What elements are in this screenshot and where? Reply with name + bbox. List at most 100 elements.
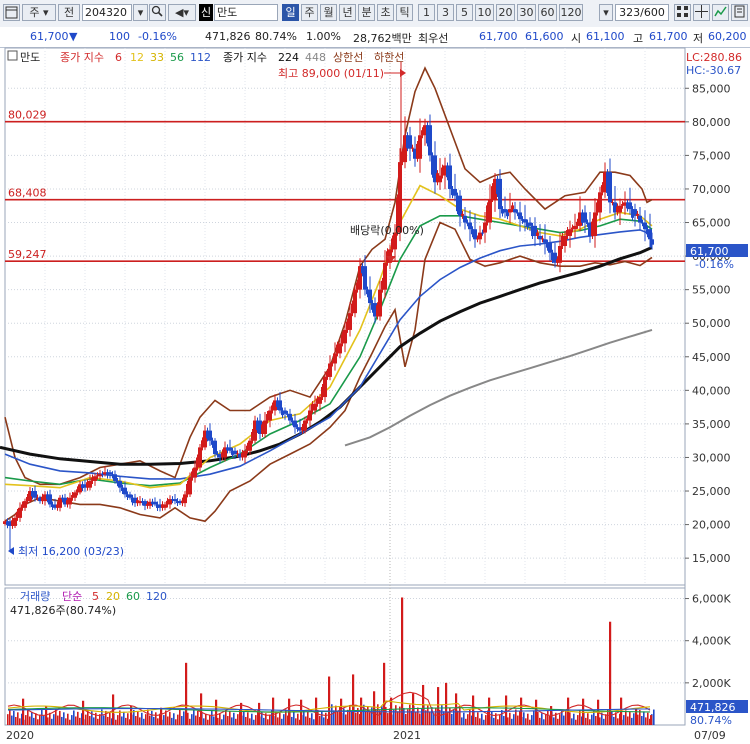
interval-60[interactable]: 60: [538, 4, 557, 21]
candle-body: [508, 209, 512, 213]
volume-current: 471,826주(80.74%): [10, 604, 116, 617]
volume-bar: [79, 717, 81, 725]
candle-body: [13, 517, 17, 526]
price-y-tick-label: 70,000: [692, 183, 731, 196]
volume-bar: [227, 716, 229, 725]
volume-bar: [643, 711, 645, 725]
magnifier-icon[interactable]: [149, 4, 166, 21]
volume-bar: [467, 714, 469, 725]
candle-body: [243, 450, 247, 458]
volume-bar: [637, 714, 639, 725]
volume-bar: [255, 715, 257, 725]
candle-body: [318, 397, 322, 404]
volume-bar: [405, 713, 407, 725]
volume-bar: [603, 718, 605, 725]
volume-bar: [209, 715, 211, 725]
tab-minute[interactable]: 분: [358, 4, 375, 21]
interval-5[interactable]: 5: [456, 4, 473, 21]
interval-10[interactable]: 10: [475, 4, 494, 21]
volume-spike-bar: [82, 700, 85, 725]
volume-bar: [107, 716, 109, 725]
legend-upper-band: 상한선: [333, 51, 363, 64]
candle-body: [503, 209, 507, 213]
tab-day[interactable]: 일: [282, 4, 299, 21]
volume-bar: [367, 706, 369, 725]
candle-body: [48, 494, 52, 505]
volume-bar: [625, 710, 627, 725]
volume-bar: [57, 715, 59, 725]
volume-bar: [75, 716, 77, 725]
chevron-down-icon[interactable]: ▾: [133, 4, 148, 21]
candle-body: [333, 353, 337, 364]
tab-month[interactable]: 월: [320, 4, 337, 21]
volume-bar: [641, 716, 643, 725]
volume-bar: [611, 710, 613, 725]
volume-bar: [157, 718, 159, 725]
volume-bar: [303, 710, 305, 725]
tab-year[interactable]: 년: [339, 4, 356, 21]
volume-bar: [645, 717, 647, 725]
volume-bar: [557, 718, 559, 725]
chevron-down-icon[interactable]: ▾: [599, 4, 613, 21]
document-icon[interactable]: [731, 4, 748, 21]
candle-body: [88, 480, 92, 488]
volume-spike-bar: [240, 702, 243, 725]
interval-3[interactable]: 3: [437, 4, 454, 21]
window-icon[interactable]: [3, 4, 20, 21]
price-y-tick-label: 40,000: [692, 384, 731, 397]
candle-body: [563, 235, 567, 247]
volume-bar: [509, 712, 511, 725]
period-select[interactable]: 주 ▾: [22, 4, 56, 21]
chart-area[interactable]: 15,000 20,000 25,000 30,000 35,000 40,000 45,0…: [0, 47, 750, 744]
interval-120[interactable]: 120: [559, 4, 583, 21]
bars-count-field[interactable]: 323/600: [615, 4, 669, 21]
tab-tick[interactable]: 틱: [396, 4, 413, 21]
volume-bar: [447, 712, 449, 725]
candle-body: [528, 222, 532, 226]
legend-ma-224: 224: [278, 51, 299, 64]
volume-spike-bar: [352, 674, 355, 725]
volume-bar: [571, 718, 573, 725]
tab-second[interactable]: 초: [377, 4, 394, 21]
volume-ratio-tag: 80.74%: [690, 714, 732, 727]
stock-name-field[interactable]: 만도: [214, 4, 278, 21]
volume-bar: [613, 716, 615, 725]
interval-30[interactable]: 30: [517, 4, 536, 21]
volume-bar: [531, 715, 533, 725]
volume-spike-bar: [472, 695, 475, 725]
chart-settings-icon[interactable]: [712, 4, 729, 21]
price-y-tick-label: 75,000: [692, 149, 731, 162]
volume-bar: [565, 710, 567, 725]
volume-bar: [475, 716, 477, 725]
volume-bar: [19, 718, 21, 725]
interval-20[interactable]: 20: [496, 4, 515, 21]
stock-code-input[interactable]: 204320: [82, 4, 132, 21]
volume-bar: [143, 718, 145, 725]
grid-icon[interactable]: [674, 4, 691, 21]
volume-spike-bar: [258, 702, 261, 725]
candle-body: [643, 222, 647, 230]
volume-bar: [155, 712, 157, 725]
volume-bar: [449, 707, 451, 725]
volume-bar: [27, 710, 29, 725]
candle-body: [268, 410, 272, 421]
volume-bar: [51, 718, 53, 725]
volume-ma-20: 20: [106, 590, 120, 603]
volume-bar: [517, 715, 519, 725]
volume-bar: [477, 712, 479, 725]
volume-bar: [175, 719, 177, 725]
volume-bar: [253, 719, 255, 725]
volume-bar: [323, 717, 325, 725]
legend-grid-icon[interactable]: [7, 50, 18, 61]
volume-bar: [491, 711, 493, 725]
high-price: 61,700: [649, 30, 688, 43]
speaker-icon[interactable]: ◀▾: [168, 4, 196, 21]
volume-bar: [59, 710, 61, 725]
x-tick-2020: 2020: [6, 729, 34, 742]
volume-bar: [527, 713, 529, 725]
volume-bar: [395, 705, 397, 725]
crosshair-icon[interactable]: [693, 4, 710, 21]
interval-1[interactable]: 1: [418, 4, 435, 21]
prev-button[interactable]: 전: [58, 4, 80, 21]
tab-week[interactable]: 주: [301, 4, 318, 21]
